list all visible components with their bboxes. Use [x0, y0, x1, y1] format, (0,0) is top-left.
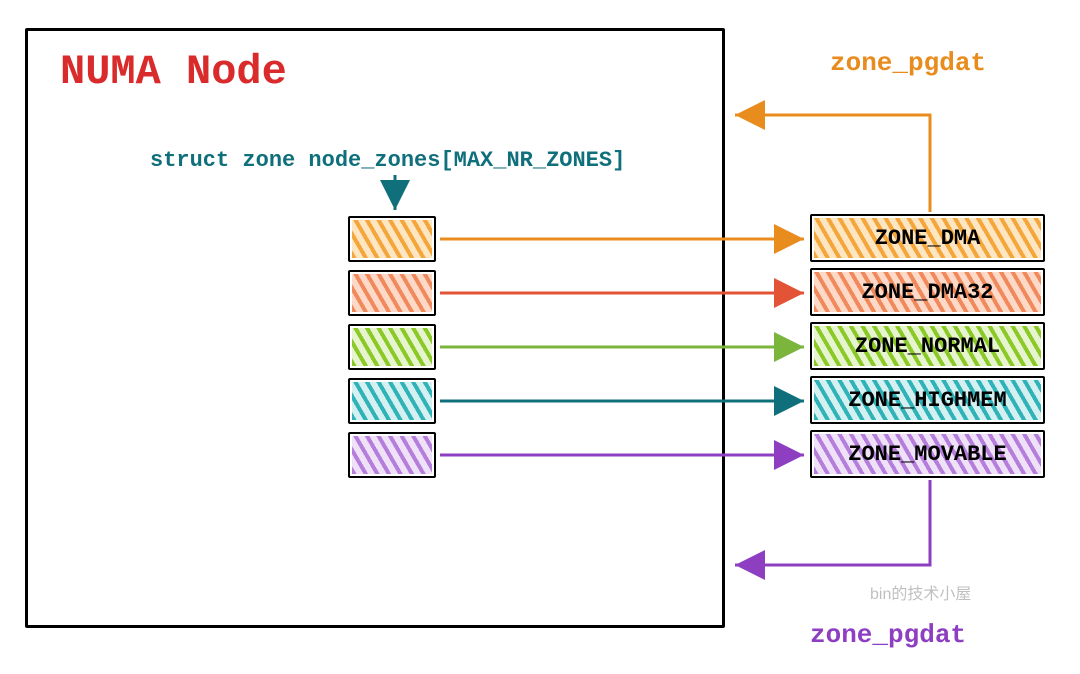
array-cell-normal	[348, 324, 436, 370]
zone-pgdat-bottom-label: zone_pgdat	[810, 620, 966, 650]
zone-dma-label: ZONE_DMA	[875, 226, 981, 251]
zone-dma32-label: ZONE_DMA32	[861, 280, 993, 305]
zone-movable-box: ZONE_MOVABLE	[810, 430, 1045, 478]
zone-pgdat-top-label: zone_pgdat	[830, 48, 986, 78]
zone-normal-label: ZONE_NORMAL	[855, 334, 1000, 359]
zone-dma-box: ZONE_DMA	[810, 214, 1045, 262]
struct-zone-label: struct zone node_zones[MAX_NR_ZONES]	[150, 148, 625, 173]
zone-normal-box: ZONE_NORMAL	[810, 322, 1045, 370]
watermark: bin的技术小屋	[870, 580, 971, 604]
array-cell-dma	[348, 216, 436, 262]
array-cell-movable	[348, 432, 436, 478]
zone-highmem-box: ZONE_HIGHMEM	[810, 376, 1045, 424]
arrow-zone-pgdat-top	[735, 115, 930, 212]
zone-dma32-box: ZONE_DMA32	[810, 268, 1045, 316]
array-cell-highmem	[348, 378, 436, 424]
zone-movable-label: ZONE_MOVABLE	[848, 442, 1006, 467]
array-cell-dma32	[348, 270, 436, 316]
arrow-zone-pgdat-bottom	[735, 480, 930, 565]
zone-highmem-label: ZONE_HIGHMEM	[848, 388, 1006, 413]
title: NUMA Node	[60, 48, 287, 96]
